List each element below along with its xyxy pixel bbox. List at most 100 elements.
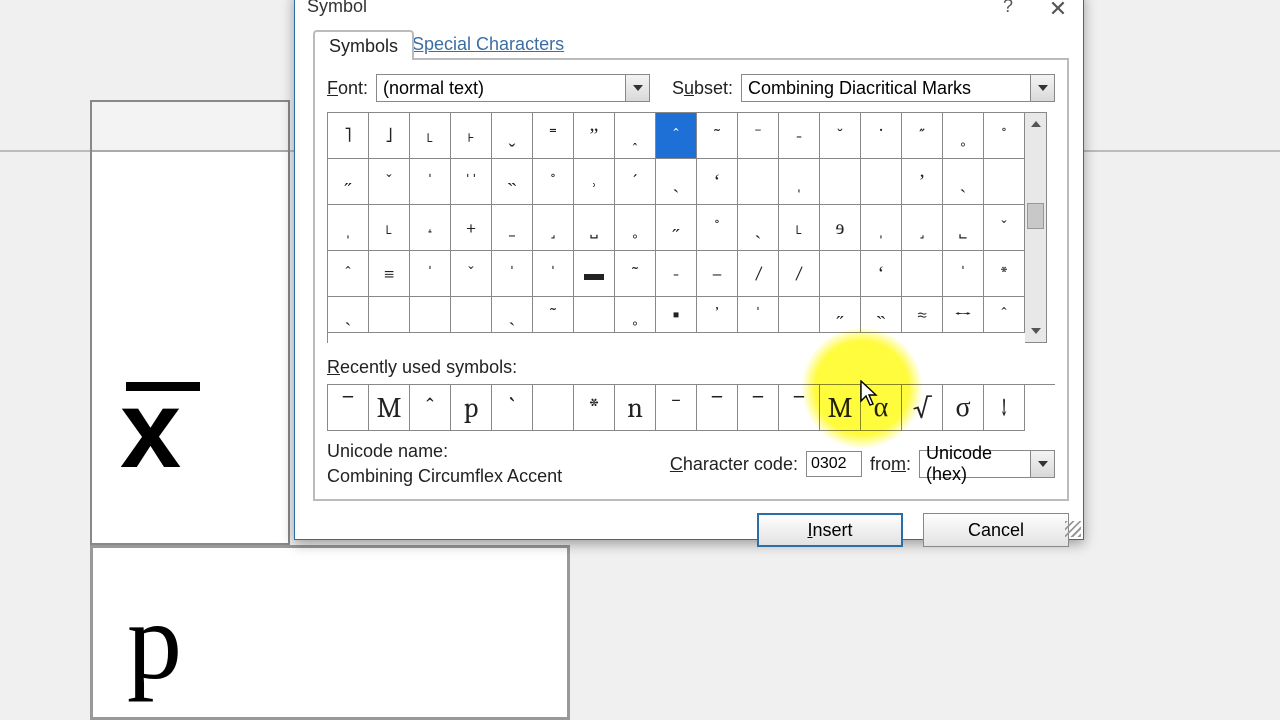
- symbol-cell[interactable]: ʻ: [697, 159, 738, 205]
- symbol-cell[interactable]: ˈ: [738, 297, 779, 333]
- symbol-cell[interactable]: [451, 297, 492, 333]
- symbol-cell[interactable]: ˫: [451, 113, 492, 159]
- symbol-cell[interactable]: ˵: [861, 297, 902, 333]
- symbol-cell[interactable]: ˈ: [533, 251, 574, 297]
- symbol-cell[interactable]: ∕: [779, 251, 820, 297]
- symbol-cell[interactable]: ˵: [492, 159, 533, 205]
- scroll-up-button[interactable]: [1025, 113, 1046, 135]
- recent-symbol-cell[interactable]: ↓: [984, 385, 1025, 431]
- resize-grip-icon[interactable]: [1065, 521, 1081, 537]
- symbol-cell[interactable]: [820, 159, 861, 205]
- symbol-cell[interactable]: [902, 251, 943, 297]
- symbol-cell[interactable]: ˜: [533, 297, 574, 333]
- scroll-down-button[interactable]: [1025, 320, 1046, 342]
- symbol-cell[interactable]: [410, 297, 451, 333]
- symbol-cell[interactable]: ˰: [615, 113, 656, 159]
- recent-symbol-cell[interactable]: M: [820, 385, 861, 431]
- symbol-cell[interactable]: ˜: [697, 113, 738, 159]
- symbol-cell[interactable]: [820, 251, 861, 297]
- symbol-cell[interactable]: ˳: [943, 113, 984, 159]
- recent-symbol-cell[interactable]: p: [451, 385, 492, 431]
- symbol-cell[interactable]: ˈ: [943, 251, 984, 297]
- symbol-cell[interactable]: ˈ: [410, 159, 451, 205]
- font-combo[interactable]: (normal text): [376, 74, 650, 102]
- symbol-cell[interactable]: ˜: [615, 251, 656, 297]
- symbol-cell[interactable]: +: [451, 205, 492, 251]
- symbol-cell[interactable]: ▬: [574, 251, 615, 297]
- symbol-cell[interactable]: ˎ: [943, 159, 984, 205]
- recent-symbol-cell[interactable]: α: [861, 385, 902, 431]
- symbol-cell[interactable]: ˭: [533, 113, 574, 159]
- grid-scrollbar[interactable]: [1025, 112, 1047, 343]
- tab-special-characters[interactable]: Special Characters: [398, 30, 578, 60]
- symbol-cell[interactable]: ˈ: [492, 251, 533, 297]
- from-combo[interactable]: Unicode (hex): [919, 450, 1055, 478]
- recent-symbol-cell[interactable]: σ: [943, 385, 984, 431]
- symbol-cell[interactable]: ˇ: [451, 251, 492, 297]
- recent-symbol-cell[interactable]: ˉ: [656, 385, 697, 431]
- symbol-cell[interactable]: ˔: [410, 205, 451, 251]
- tab-symbols[interactable]: Symbols: [313, 30, 414, 60]
- subset-combo-button[interactable]: [1031, 74, 1055, 102]
- symbol-cell[interactable]: ˉ: [738, 113, 779, 159]
- font-combo-button[interactable]: [626, 74, 650, 102]
- symbol-cell[interactable]: ˌ: [328, 205, 369, 251]
- symbol-cell[interactable]: ˮ: [574, 113, 615, 159]
- symbol-cell[interactable]: ˚: [697, 205, 738, 251]
- symbol-cell[interactable]: ˥: [328, 113, 369, 159]
- symbol-cell[interactable]: ´: [615, 159, 656, 205]
- symbol-cell[interactable]: ˏ: [492, 297, 533, 333]
- recent-symbol-cell[interactable]: M: [369, 385, 410, 431]
- recent-symbol-cell[interactable]: √: [902, 385, 943, 431]
- help-icon[interactable]: ?: [983, 0, 1033, 26]
- symbol-cell[interactable]: ˌ: [861, 205, 902, 251]
- symbol-cell[interactable]: [984, 159, 1025, 205]
- symbol-cell[interactable]: ▪: [656, 297, 697, 333]
- recent-symbol-cell[interactable]: ‾: [328, 385, 369, 431]
- recent-symbol-cell[interactable]: *: [574, 385, 615, 431]
- symbol-cell[interactable]: -: [656, 251, 697, 297]
- symbol-cell[interactable]: ᾽: [697, 297, 738, 333]
- symbol-cell[interactable]: ˬ: [492, 113, 533, 159]
- symbol-cell[interactable]: ˳: [615, 205, 656, 251]
- symbol-cell[interactable]: ˘: [820, 113, 861, 159]
- char-code-input[interactable]: [806, 451, 862, 477]
- symbol-cell[interactable]: ˒: [574, 159, 615, 205]
- symbol-cell[interactable]: ˏ: [328, 297, 369, 333]
- symbol-cell[interactable]: ˍ: [492, 205, 533, 251]
- recent-symbol-cell[interactable]: n: [615, 385, 656, 431]
- symbol-cell[interactable]: ʼ: [902, 159, 943, 205]
- symbol-cell[interactable]: ʻ: [861, 251, 902, 297]
- symbol-cell[interactable]: ˳: [615, 297, 656, 333]
- symbol-cell[interactable]: ˩: [369, 113, 410, 159]
- symbol-cell[interactable]: [861, 159, 902, 205]
- recent-symbol-cell[interactable]: `: [492, 385, 533, 431]
- symbol-cell[interactable]: [738, 159, 779, 205]
- symbol-cell[interactable]: [779, 297, 820, 333]
- cancel-button[interactable]: Cancel: [923, 513, 1069, 547]
- symbol-cell[interactable]: ˽: [574, 205, 615, 251]
- insert-button[interactable]: Insert: [757, 513, 903, 547]
- symbol-cell[interactable]: ˶: [820, 297, 861, 333]
- symbol-cell[interactable]: *: [984, 251, 1025, 297]
- symbol-cell[interactable]: ˈˈ: [451, 159, 492, 205]
- close-icon[interactable]: ✕: [1033, 0, 1083, 26]
- symbol-cell[interactable]: ˈ: [410, 251, 451, 297]
- symbol-cell[interactable]: ≈: [902, 297, 943, 333]
- symbol-cell[interactable]: –: [697, 251, 738, 297]
- recent-symbol-cell[interactable]: [533, 385, 574, 431]
- symbol-cell[interactable]: ˆ: [984, 297, 1025, 333]
- symbol-cell[interactable]: -: [779, 113, 820, 159]
- symbol-cell[interactable]: ˝: [902, 113, 943, 159]
- scroll-thumb[interactable]: [1027, 203, 1044, 229]
- symbol-cell[interactable]: ˶: [656, 205, 697, 251]
- symbol-cell[interactable]: ˚: [533, 159, 574, 205]
- recent-symbol-cell[interactable]: ˆ: [410, 385, 451, 431]
- symbol-cell[interactable]: ˆ: [328, 251, 369, 297]
- symbol-cell[interactable]: ↔: [943, 297, 984, 333]
- symbol-cell[interactable]: ˪: [369, 205, 410, 251]
- symbol-cell[interactable]: ˼: [902, 205, 943, 251]
- symbol-cell[interactable]: ˌ: [779, 159, 820, 205]
- symbol-cell[interactable]: ⁄: [738, 251, 779, 297]
- symbol-cell[interactable]: ˆ: [656, 113, 697, 159]
